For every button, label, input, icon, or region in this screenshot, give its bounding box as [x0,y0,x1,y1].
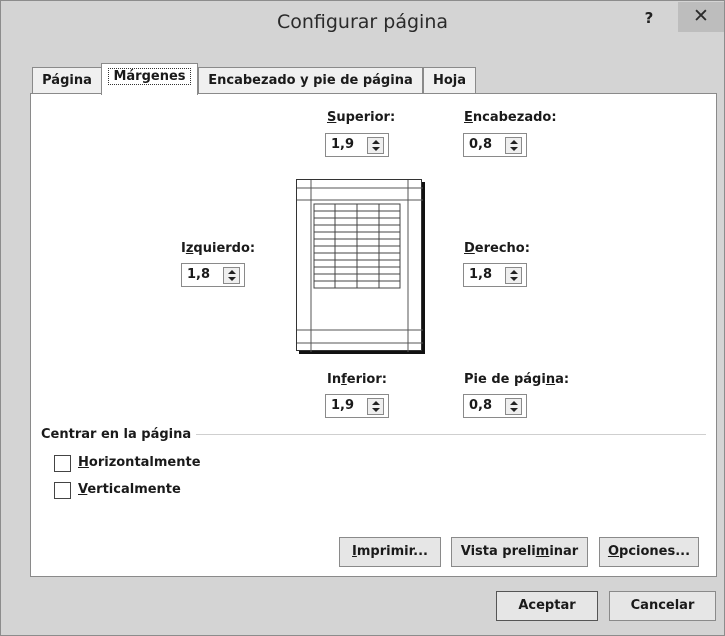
horizontal-checkbox[interactable] [54,455,71,472]
options-button[interactable]: Opciones... [599,537,699,567]
tab-encabezado-pie[interactable]: Encabezado y pie de página [198,67,423,94]
izquierdo-label: Izquierdo: [181,241,256,256]
inferior-value[interactable]: 1,9 [331,398,354,413]
horizontal-label[interactable]: Horizontalmente [78,455,201,470]
print-button[interactable]: Imprimir... [339,537,441,567]
superior-value[interactable]: 1,9 [331,137,354,152]
tab-margenes[interactable]: Márgenes [101,63,198,95]
izquierdo-value[interactable]: 1,8 [187,267,210,282]
vertical-checkbox[interactable] [54,482,71,499]
spin-arrows-icon[interactable] [505,267,522,284]
derecho-label: Derecho: [464,241,530,256]
dialog-title: Configurar página [276,11,449,33]
accept-button[interactable]: Aceptar [496,591,598,621]
derecho-value[interactable]: 1,8 [469,267,492,282]
inferior-spinner[interactable]: 1,9 [325,394,389,418]
help-button[interactable]: ? [642,9,656,29]
close-icon: ✕ [693,5,709,27]
izquierdo-spinner[interactable]: 1,8 [181,263,245,287]
superior-label: Superior: [327,110,396,125]
title-bar: Configurar página ? ✕ [1,1,724,45]
encabezado-value[interactable]: 0,8 [469,137,492,152]
encabezado-label: Encabezado: [464,110,557,125]
page-setup-dialog: Configurar página ? ✕ Página Márgenes En… [0,0,725,636]
group-divider [196,434,706,435]
center-group-label: Centrar en la página [41,427,192,442]
superior-spinner[interactable]: 1,9 [325,133,389,157]
spin-arrows-icon[interactable] [505,137,522,154]
vertical-label[interactable]: Verticalmente [78,482,181,497]
pie-pagina-value[interactable]: 0,8 [469,398,492,413]
tab-margenes-label: Márgenes [108,68,191,85]
pie-pagina-label: Pie de página: [464,372,570,387]
page-preview-icon [297,180,423,352]
pie-pagina-spinner[interactable]: 0,8 [463,394,527,418]
derecho-spinner[interactable]: 1,8 [463,263,527,287]
margins-panel: Superior: 1,9 Encabezado: 0,8 Izquierdo:… [30,93,717,577]
spin-arrows-icon[interactable] [367,137,384,154]
encabezado-spinner[interactable]: 0,8 [463,133,527,157]
tab-pagina[interactable]: Página [32,67,102,94]
spin-arrows-icon[interactable] [505,398,522,415]
tab-hoja[interactable]: Hoja [423,67,476,94]
margins-preview [296,179,423,352]
spin-arrows-icon[interactable] [223,267,240,284]
spin-arrows-icon[interactable] [367,398,384,415]
inferior-label: Inferior: [327,372,387,387]
print-preview-button[interactable]: Vista preliminar [451,537,588,567]
close-button[interactable]: ✕ [678,2,724,32]
cancel-button[interactable]: Cancelar [609,591,716,621]
